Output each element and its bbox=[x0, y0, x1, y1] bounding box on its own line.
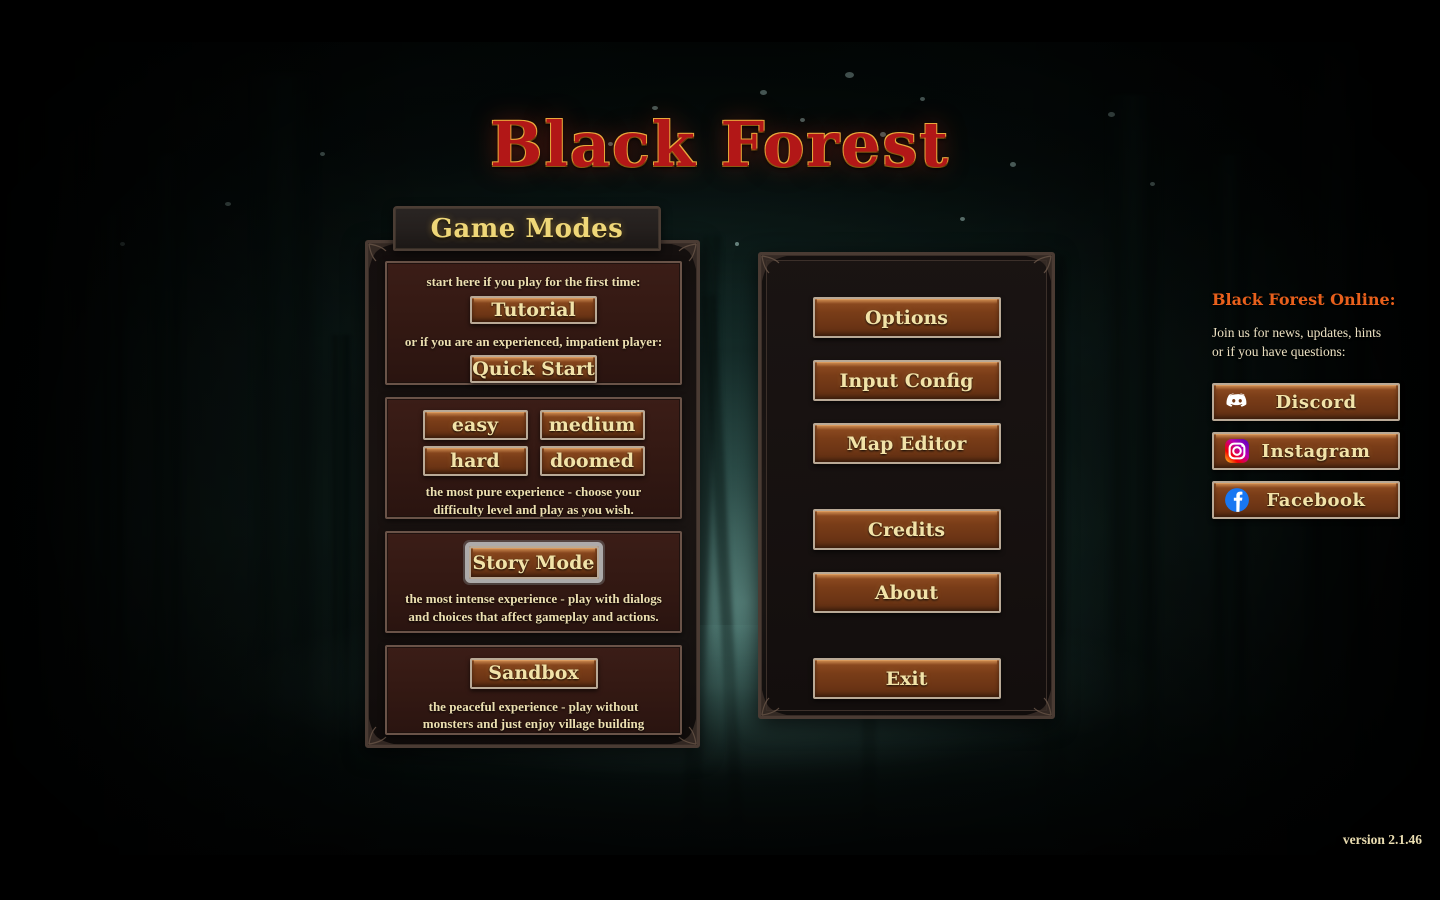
story-mode-description-line2: and choices that affect gameplay and act… bbox=[408, 608, 659, 624]
map-editor-button-label: Map Editor bbox=[846, 432, 967, 455]
map-editor-button[interactable]: Map Editor bbox=[812, 423, 1001, 464]
first-time-hint: start here if you play for the first tim… bbox=[426, 274, 641, 289]
tree-trunk bbox=[40, 95, 92, 855]
instagram-icon bbox=[1225, 439, 1249, 464]
main-menu-panel: Options Input Config Map Editor Credits … bbox=[758, 252, 1055, 719]
difficulty-medium-button[interactable]: medium bbox=[539, 410, 645, 440]
input-config-button-label: Input Config bbox=[839, 369, 974, 392]
foliage-highlight bbox=[845, 72, 854, 78]
credits-button[interactable]: Credits bbox=[812, 509, 1001, 550]
sandbox-description-line1: the peaceful experience - play without bbox=[428, 698, 639, 714]
foliage-highlight bbox=[960, 217, 965, 221]
credits-button-label: Credits bbox=[867, 518, 946, 541]
online-section-title: Black Forest Online: bbox=[1212, 290, 1396, 309]
difficulty-doomed-button[interactable]: doomed bbox=[539, 446, 645, 476]
options-button[interactable]: Options bbox=[812, 297, 1001, 338]
experienced-hint: or if you are an experienced, impatient … bbox=[404, 333, 663, 349]
discord-icon bbox=[1226, 393, 1247, 408]
difficulty-description-line1: the most pure experience - choose your bbox=[425, 484, 642, 499]
difficulty-section: easy medium hard doomed the most pure ex… bbox=[385, 397, 682, 519]
about-button[interactable]: About bbox=[812, 572, 1001, 613]
tree-trunk bbox=[1105, 95, 1163, 855]
tutorial-button-label: Tutorial bbox=[491, 298, 576, 321]
discord-link-button[interactable]: Discord bbox=[1212, 383, 1400, 422]
instagram-link-button[interactable]: Instagram bbox=[1212, 432, 1400, 471]
sandbox-button[interactable]: Sandbox bbox=[469, 658, 598, 689]
tree-trunk bbox=[330, 335, 352, 855]
exit-button[interactable]: Exit bbox=[812, 658, 1001, 699]
options-button-label: Options bbox=[864, 306, 948, 329]
tree-trunk bbox=[100, 215, 126, 855]
difficulty-hard-label: hard bbox=[450, 450, 500, 472]
sandbox-button-label: Sandbox bbox=[488, 662, 579, 685]
tutorial-button[interactable]: Tutorial bbox=[470, 295, 597, 324]
exit-button-label: Exit bbox=[885, 667, 928, 690]
about-button-label: About bbox=[874, 581, 939, 604]
online-links-section: Black Forest Online: Join us for news, u… bbox=[1212, 290, 1412, 520]
online-subtitle-line1: Join us for news, updates, hints bbox=[1212, 325, 1382, 340]
foliage-highlight bbox=[760, 90, 767, 95]
quick-start-button[interactable]: Quick Start bbox=[470, 355, 597, 383]
tree-trunk bbox=[150, 155, 184, 855]
game-modes-header: Game Modes bbox=[393, 206, 661, 251]
foliage-highlight bbox=[225, 202, 231, 206]
difficulty-hard-button[interactable]: hard bbox=[422, 446, 528, 476]
start-section: start here if you play for the first tim… bbox=[385, 261, 682, 385]
foliage-highlight bbox=[120, 242, 125, 246]
game-title: Black Forest bbox=[0, 108, 1440, 181]
story-mode-description-line1: the most intense experience - play with … bbox=[405, 591, 662, 606]
game-modes-header-label: Game Modes bbox=[430, 213, 624, 244]
letterbox-bottom bbox=[0, 855, 1440, 900]
input-config-button[interactable]: Input Config bbox=[812, 360, 1001, 401]
story-mode-section: Story Mode the most intense experience -… bbox=[385, 531, 682, 633]
instagram-link-label: Instagram bbox=[1261, 440, 1371, 462]
facebook-icon bbox=[1225, 488, 1249, 513]
facebook-link-button[interactable]: Facebook bbox=[1212, 481, 1400, 520]
version-label: version 2.1.46 bbox=[1342, 832, 1422, 847]
discord-link-label: Discord bbox=[1275, 391, 1357, 413]
tree-trunk bbox=[250, 75, 320, 855]
ground-mist bbox=[0, 625, 1440, 855]
online-subtitle: Join us for news, updates, hints or if y… bbox=[1212, 323, 1412, 361]
difficulty-medium-label: medium bbox=[548, 414, 636, 436]
difficulty-description-line2: difficulty level and play as you wish. bbox=[433, 501, 634, 517]
foliage-highlight bbox=[920, 97, 925, 101]
story-mode-button[interactable]: Story Mode bbox=[468, 546, 599, 579]
quick-start-button-label: Quick Start bbox=[472, 358, 595, 381]
game-modes-panel: start here if you play for the first tim… bbox=[365, 240, 700, 748]
difficulty-easy-label: easy bbox=[451, 414, 499, 436]
facebook-link-label: Facebook bbox=[1266, 489, 1366, 511]
tree-trunk bbox=[701, 294, 747, 855]
sandbox-section: Sandbox the peaceful experience - play w… bbox=[385, 645, 682, 735]
game-main-menu-screen: Black Forest Game Modes start here if yo… bbox=[0, 0, 1440, 900]
letterbox-top bbox=[0, 0, 1440, 42]
foliage-highlight bbox=[735, 242, 739, 246]
difficulty-doomed-label: doomed bbox=[549, 450, 635, 472]
foliage-highlight bbox=[1150, 182, 1155, 186]
difficulty-easy-button[interactable]: easy bbox=[422, 410, 528, 440]
story-mode-button-label: Story Mode bbox=[472, 551, 595, 574]
online-subtitle-line2: or if you have questions: bbox=[1212, 344, 1346, 360]
sandbox-description-line2: monsters and just enjoy village building bbox=[422, 716, 645, 732]
